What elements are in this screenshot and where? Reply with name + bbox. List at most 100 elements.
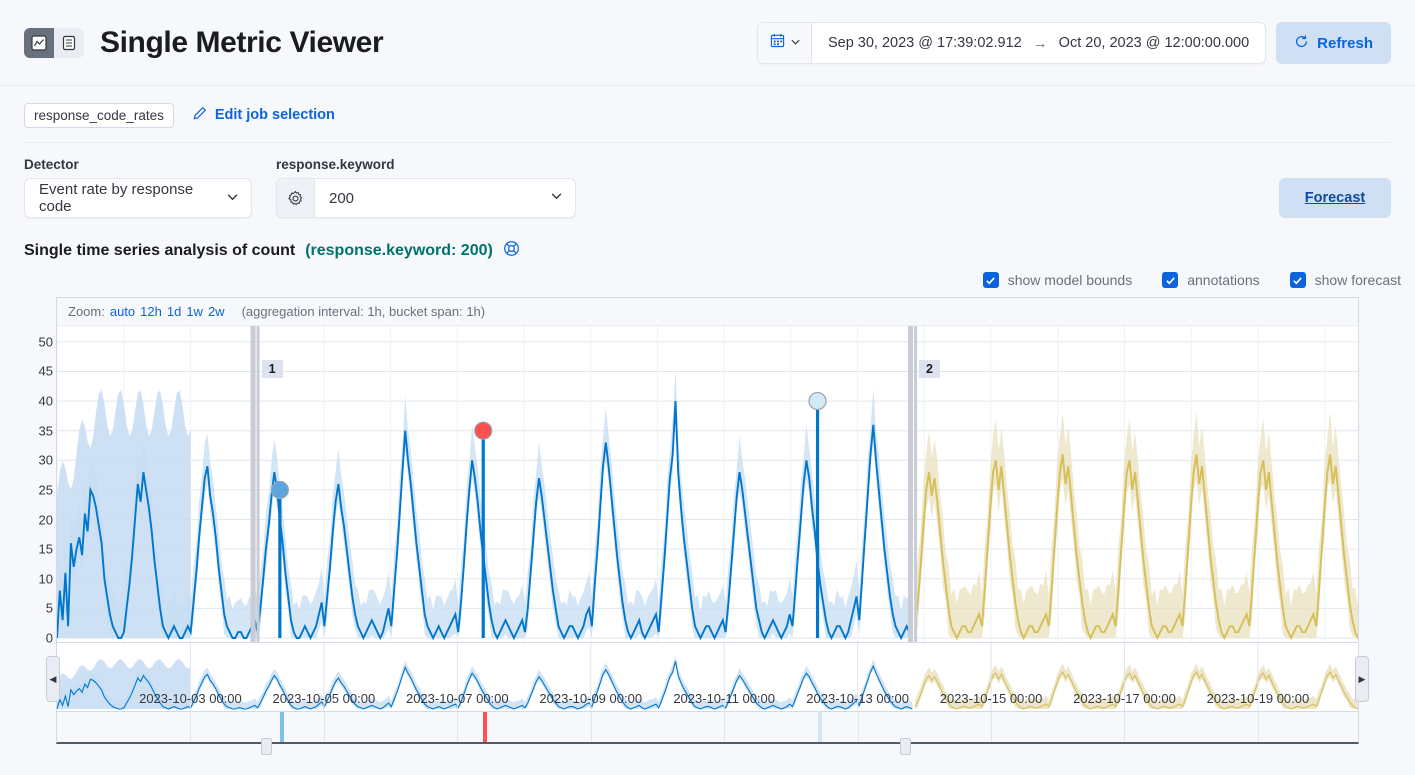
zoom-link-12h[interactable]: 12h	[140, 304, 162, 319]
overview-x-axis-tick: 2023-10-13 00:00	[806, 691, 909, 706]
refresh-icon	[1294, 34, 1309, 53]
checkbox-label: show model bounds	[1008, 272, 1133, 288]
calendar-icon	[770, 33, 785, 53]
table-view-icon[interactable]	[54, 28, 84, 58]
main-chart[interactable]: Zoom: auto 12h 1d 1w 2w (aggregation int…	[56, 297, 1359, 642]
y-axis-tick: 10	[39, 571, 53, 586]
swimlane-anomaly-marker[interactable]	[818, 712, 822, 742]
y-axis: 05101520253035404550	[13, 326, 53, 642]
overview-x-axis-tick: 2023-10-15 00:00	[940, 691, 1043, 706]
overview-x-axis-tick: 2023-10-19 00:00	[1207, 691, 1310, 706]
chart-plot-area[interactable]: 05101520253035404550 12	[57, 326, 1358, 642]
y-axis-tick: 35	[39, 423, 53, 438]
date-range-picker[interactable]: Sep 30, 2023 @ 17:39:02.912 → Oct 20, 20…	[757, 22, 1266, 64]
swimlane-gridline	[1124, 712, 1125, 742]
swimlane-gridline	[991, 712, 992, 742]
checkbox-show-model-bounds[interactable]: show model bounds	[983, 272, 1133, 288]
keyword-select[interactable]: 200	[276, 178, 576, 218]
overview-x-axis-tick: 2023-10-17 00:00	[1073, 691, 1176, 706]
anomaly-swimlane[interactable]	[56, 712, 1359, 744]
app-header: Single Metric Viewer Sep 30, 2023 @ 17:3…	[0, 0, 1415, 86]
brush-handle-left[interactable]	[261, 738, 272, 755]
keyword-field: response.keyword 200	[276, 157, 576, 218]
refresh-button[interactable]: Refresh	[1276, 22, 1391, 64]
brush-track[interactable]	[56, 744, 1359, 764]
lifebuoy-icon[interactable]	[503, 240, 520, 262]
chevron-down-icon	[790, 34, 801, 52]
keyword-label: response.keyword	[276, 157, 576, 172]
overview-scroll-left-handle[interactable]: ◀	[46, 656, 60, 702]
detector-label: Detector	[24, 157, 252, 172]
aggregation-note: (aggregation interval: 1h, bucket span: …	[242, 304, 486, 319]
view-toggle-group[interactable]	[24, 28, 84, 58]
chart-title-entity: (response.keyword: 200)	[305, 242, 493, 260]
overview-x-axis-tick: 2023-10-05 00:00	[273, 691, 376, 706]
refresh-label: Refresh	[1317, 35, 1373, 52]
overview-x-axis-tick: 2023-10-09 00:00	[539, 691, 642, 706]
swimlane-anomaly-marker[interactable]	[483, 712, 487, 742]
checkbox-check-icon	[1162, 272, 1178, 288]
zoom-control-bar: Zoom: auto 12h 1d 1w 2w (aggregation int…	[57, 298, 1358, 326]
overview-scroll-right-handle[interactable]: ▶	[1355, 656, 1369, 702]
date-range-display[interactable]: Sep 30, 2023 @ 17:39:02.912 → Oct 20, 20…	[812, 35, 1265, 52]
start-date[interactable]: Sep 30, 2023 @ 17:39:02.912	[828, 35, 1022, 51]
checkbox-show-forecast[interactable]: show forecast	[1290, 272, 1401, 288]
swimlane-gridline	[324, 712, 325, 742]
overview-x-axis-tick: 2023-10-11 00:00	[673, 691, 775, 706]
forecast-button[interactable]: Forecast	[1279, 178, 1391, 218]
chart-title: Single time series analysis of count	[24, 242, 295, 260]
annotation-flag-2[interactable]: 2	[919, 360, 940, 378]
end-date[interactable]: Oct 20, 2023 @ 12:00:00.000	[1059, 35, 1249, 51]
arrow-right-icon: →	[1033, 35, 1048, 52]
pencil-icon	[192, 106, 207, 125]
chart-overview[interactable]: 2023-10-03 00:00 2023-10-05 00:00 2023-10-…	[56, 642, 1359, 712]
overview-x-axis-tick: 2023-10-03 00:00	[139, 691, 242, 706]
gear-icon[interactable]	[277, 179, 315, 217]
swimlane-gridline	[457, 712, 458, 742]
y-axis-tick: 15	[39, 542, 53, 557]
controls-row: Detector Event rate by response code res…	[0, 143, 1415, 218]
swimlane-gridline	[724, 712, 725, 742]
zoom-link-auto[interactable]: auto	[110, 304, 135, 319]
chart-view-icon[interactable]	[24, 28, 54, 58]
checkbox-label: show forecast	[1315, 272, 1401, 288]
brush-handle-right[interactable]	[900, 738, 911, 755]
edit-job-selection-button[interactable]: Edit job selection	[192, 106, 335, 125]
keyword-value: 200	[315, 190, 550, 207]
y-axis-tick: 25	[39, 482, 53, 497]
checkbox-check-icon	[1290, 272, 1306, 288]
calendar-quick-select-button[interactable]	[758, 23, 812, 63]
checkbox-check-icon	[983, 272, 999, 288]
y-axis-tick: 45	[39, 364, 53, 379]
y-axis-tick: 30	[39, 453, 53, 468]
edit-job-selection-label: Edit job selection	[215, 107, 335, 123]
checkbox-label: annotations	[1187, 272, 1259, 288]
job-badge[interactable]: response_code_rates	[24, 103, 174, 128]
swimlane-gridline	[591, 712, 592, 742]
detector-select[interactable]: Event rate by response code	[24, 178, 252, 218]
zoom-link-1w[interactable]: 1w	[186, 304, 203, 319]
detector-value: Event rate by response code	[39, 181, 216, 215]
zoom-link-2w[interactable]: 2w	[208, 304, 225, 319]
y-axis-tick: 50	[39, 334, 53, 349]
annotation-flag-1[interactable]: 1	[262, 360, 283, 378]
zoom-link-1d[interactable]: 1d	[167, 304, 181, 319]
y-axis-tick: 40	[39, 394, 53, 409]
chart-canvas[interactable]	[57, 326, 1358, 642]
swimlane-gridline	[858, 712, 859, 742]
chevron-down-icon	[550, 189, 575, 207]
detector-field: Detector Event rate by response code	[24, 157, 252, 218]
y-axis-tick: 20	[39, 512, 53, 527]
y-axis-tick: 0	[46, 631, 53, 646]
y-axis-tick: 5	[46, 601, 53, 616]
swimlane-anomaly-marker[interactable]	[280, 712, 284, 742]
overview-canvas[interactable]: 2023-10-03 00:00 2023-10-05 00:00 2023-10-…	[57, 643, 1358, 711]
job-selection-row: response_code_rates Edit job selection	[0, 86, 1415, 130]
zoom-prefix: Zoom:	[68, 304, 105, 319]
swimlane-gridline	[190, 712, 191, 742]
chevron-down-icon	[226, 190, 239, 207]
overview-x-axis-tick: 2023-10-07 00:00	[406, 691, 509, 706]
chart-options-row: show model bounds annotations show forec…	[0, 262, 1415, 288]
checkbox-annotations[interactable]: annotations	[1162, 272, 1259, 288]
chart-title-row: Single time series analysis of count (re…	[0, 218, 1415, 262]
